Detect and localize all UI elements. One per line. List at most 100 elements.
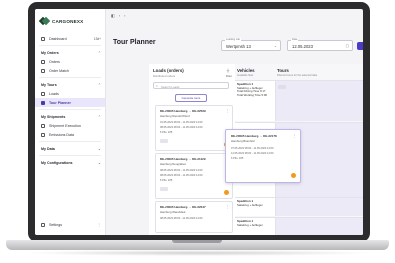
orders-icon [41, 59, 45, 64]
chevron-up-icon: ⌃ [97, 50, 101, 55]
chevron-down-icon: ⌄ [97, 146, 101, 151]
brand-logo[interactable]: CARGONEXX [40, 14, 83, 28]
sidebar-section-my-data[interactable]: My Data ⌄ [35, 144, 105, 153]
vehicle-info: Spedition 1 Sattelzug + Auflieger [237, 219, 271, 227]
loads-icon [41, 91, 45, 96]
section-label: My Tours [41, 82, 57, 87]
main-area: ◧ ‹ › Tour Planner Loading site Wertpmsh… [105, 9, 363, 235]
load-tag [160, 139, 168, 143]
section-label: My Configurations [41, 160, 73, 165]
section-label: My Shipments [41, 114, 66, 119]
load-route: DE-20095 Hamburg → DE-22529 [160, 109, 206, 113]
vehicle-type: Sattelzug + Auflieger [237, 202, 263, 207]
loads-title: Loads (orders) [153, 68, 184, 73]
divider [39, 141, 101, 142]
vehicle-working-time: Total Working Time 5:06 [237, 92, 267, 97]
load-destination: Hamburg Neugraben [160, 162, 187, 166]
tour-planner-icon [41, 100, 45, 105]
sidebar-item-tour-planner[interactable]: Tour Planner [35, 98, 105, 107]
laptop-notch [172, 240, 222, 243]
warning-icon [224, 190, 229, 195]
section-label: My Data [41, 146, 55, 151]
page-title: Tour Planner [113, 39, 156, 46]
gear-icon [41, 222, 45, 227]
tour-lane[interactable] [275, 218, 363, 235]
logo-icon [40, 17, 49, 26]
tours-subtitle: Planned tours for the selected date [277, 74, 318, 77]
load-quantity: 6 Plts. 185 [160, 179, 173, 182]
panel-toggle-icon[interactable]: ◧ [111, 13, 115, 18]
more-vertical-icon[interactable]: ⋮ [97, 223, 101, 227]
laptop-shadow [20, 250, 375, 256]
sidebar-item-label: Shipment Execution [49, 123, 81, 128]
vehicles-subtitle: Available fleet [237, 74, 254, 77]
sidebar-item-emissions-data[interactable]: Emissions Data [35, 130, 105, 139]
load-route: DE-20095 Hamburg → DE-22047 [160, 205, 206, 209]
more-vertical-icon[interactable]: ⋮ [226, 109, 229, 113]
sidebar-section-my-shipments[interactable]: My Shipments ⌃ [35, 112, 105, 121]
top-bar: ◧ ‹ › [105, 9, 363, 21]
sidebar-item-order-match[interactable]: Order Match [35, 66, 105, 75]
sidebar: CARGONEXX Dashboard 13d+ My Orders ⌃ Ord… [35, 9, 106, 235]
app-screen: CARGONEXX Dashboard 13d+ My Orders ⌃ Ord… [35, 9, 363, 235]
load-card[interactable]: ⋮ DE-20095 Hamburg → DE-22047 Hamburg Wa… [155, 201, 233, 233]
tour-card[interactable]: ⋮ DE-20095 Hamburg → DE-22178 Hamburg Br… [225, 129, 301, 183]
chevron-down-icon: ⌄ [273, 44, 277, 48]
load-pickup-window: 08.05.2023 08:00 - 11.05.2023 14:00 [160, 217, 203, 220]
vehicle-row[interactable]: Spedition 1 Sattelzug + Auflieger Total … [235, 80, 363, 121]
load-card[interactable]: ⋮ DE-20095 Hamburg → DE-21129 Hamburg Ne… [155, 153, 233, 199]
sidebar-item-label: Loads [49, 91, 59, 96]
calendar-icon[interactable]: ▢ [346, 44, 349, 48]
sidebar-section-my-configurations[interactable]: My Configurations ⌄ [35, 158, 105, 167]
generate-tours-button[interactable]: Generate tours [175, 94, 207, 102]
vehicle-type: Sattelzug + Auflieger [237, 222, 263, 227]
date-picker[interactable]: Date 12.05.2023 ▢ [287, 38, 353, 51]
load-quantity: 6 Plts. 185 [160, 131, 173, 134]
load-destination: Hamburg Wandsbek [160, 210, 186, 214]
search-placeholder: Search Loads [161, 84, 180, 89]
load-route: DE-20095 Hamburg → DE-21129 [160, 157, 206, 161]
tour-delivery-window: 12.05.2023 08:00 - 11.05.2023 14:00 [231, 152, 274, 155]
tour-lane[interactable] [275, 81, 363, 121]
sidebar-settings[interactable]: Settings ⋮ [35, 220, 105, 229]
emissions-icon [41, 132, 45, 137]
primary-action-button[interactable] [357, 42, 363, 50]
tour-destination: Hamburg Bramfeld [231, 139, 255, 143]
chevron-left-icon[interactable]: ‹ [119, 13, 120, 18]
chevron-right-icon[interactable]: › [124, 13, 125, 18]
sidebar-item-loads[interactable]: Loads [35, 89, 105, 98]
sidebar-section-my-orders[interactable]: My Orders ⌃ [35, 48, 105, 57]
search-input[interactable]: ⌕ Search Loads [153, 82, 229, 89]
sidebar-item-label: Emissions Data [49, 132, 74, 137]
divider [39, 109, 101, 110]
sidebar-item-label: Settings [49, 222, 62, 227]
tour-route: DE-20095 Hamburg → DE-22178 [231, 134, 277, 138]
tours-header: Tours [277, 68, 289, 73]
vehicle-row[interactable]: Spedition 1 Sattelzug + Auflieger [235, 197, 363, 216]
vehicle-info: Spedition 1 Sattelzug + Auflieger Total … [237, 82, 271, 97]
sidebar-nav: Dashboard 13d+ My Orders ⌃ Orders Order … [35, 34, 105, 167]
tour-lane[interactable] [275, 198, 363, 216]
vehicle-info: Spedition 1 Sattelzug + Auflieger [237, 199, 271, 207]
vehicle-row[interactable]: Spedition 1 Sattelzug + Auflieger [235, 217, 363, 235]
sidebar-item-settings[interactable]: Settings ⋮ [35, 220, 105, 229]
field-value: Wertpmsh 13 [226, 44, 251, 49]
load-card[interactable]: ⋮ DE-20095 Hamburg → DE-22529 Hamburg Ni… [155, 105, 233, 151]
field-label: Loading site [225, 38, 241, 41]
loading-site-select[interactable]: Loading site Wertpmsh 13 ⌄ [221, 38, 281, 51]
shipment-icon [41, 123, 45, 128]
chevron-up-icon: ⌃ [97, 82, 101, 87]
filter-label[interactable]: Filter [226, 74, 232, 78]
divider [39, 155, 101, 156]
sidebar-item-orders[interactable]: Orders [35, 57, 105, 66]
search-icon: ⌕ [156, 83, 158, 88]
tour-chip[interactable] [278, 85, 286, 89]
more-vertical-icon[interactable]: ⋮ [293, 134, 296, 138]
sidebar-item-dashboard[interactable]: Dashboard 13d+ [35, 34, 105, 43]
load-destination: Hamburg Niendorf/Nord [160, 114, 190, 118]
more-vertical-icon[interactable]: ⋮ [226, 205, 229, 209]
logo-text: CARGONEXX [52, 18, 84, 24]
sidebar-section-my-tours[interactable]: My Tours ⌃ [35, 80, 105, 89]
sidebar-item-label: Order Match [49, 68, 69, 73]
sidebar-item-shipment-execution[interactable]: Shipment Execution [35, 121, 105, 130]
